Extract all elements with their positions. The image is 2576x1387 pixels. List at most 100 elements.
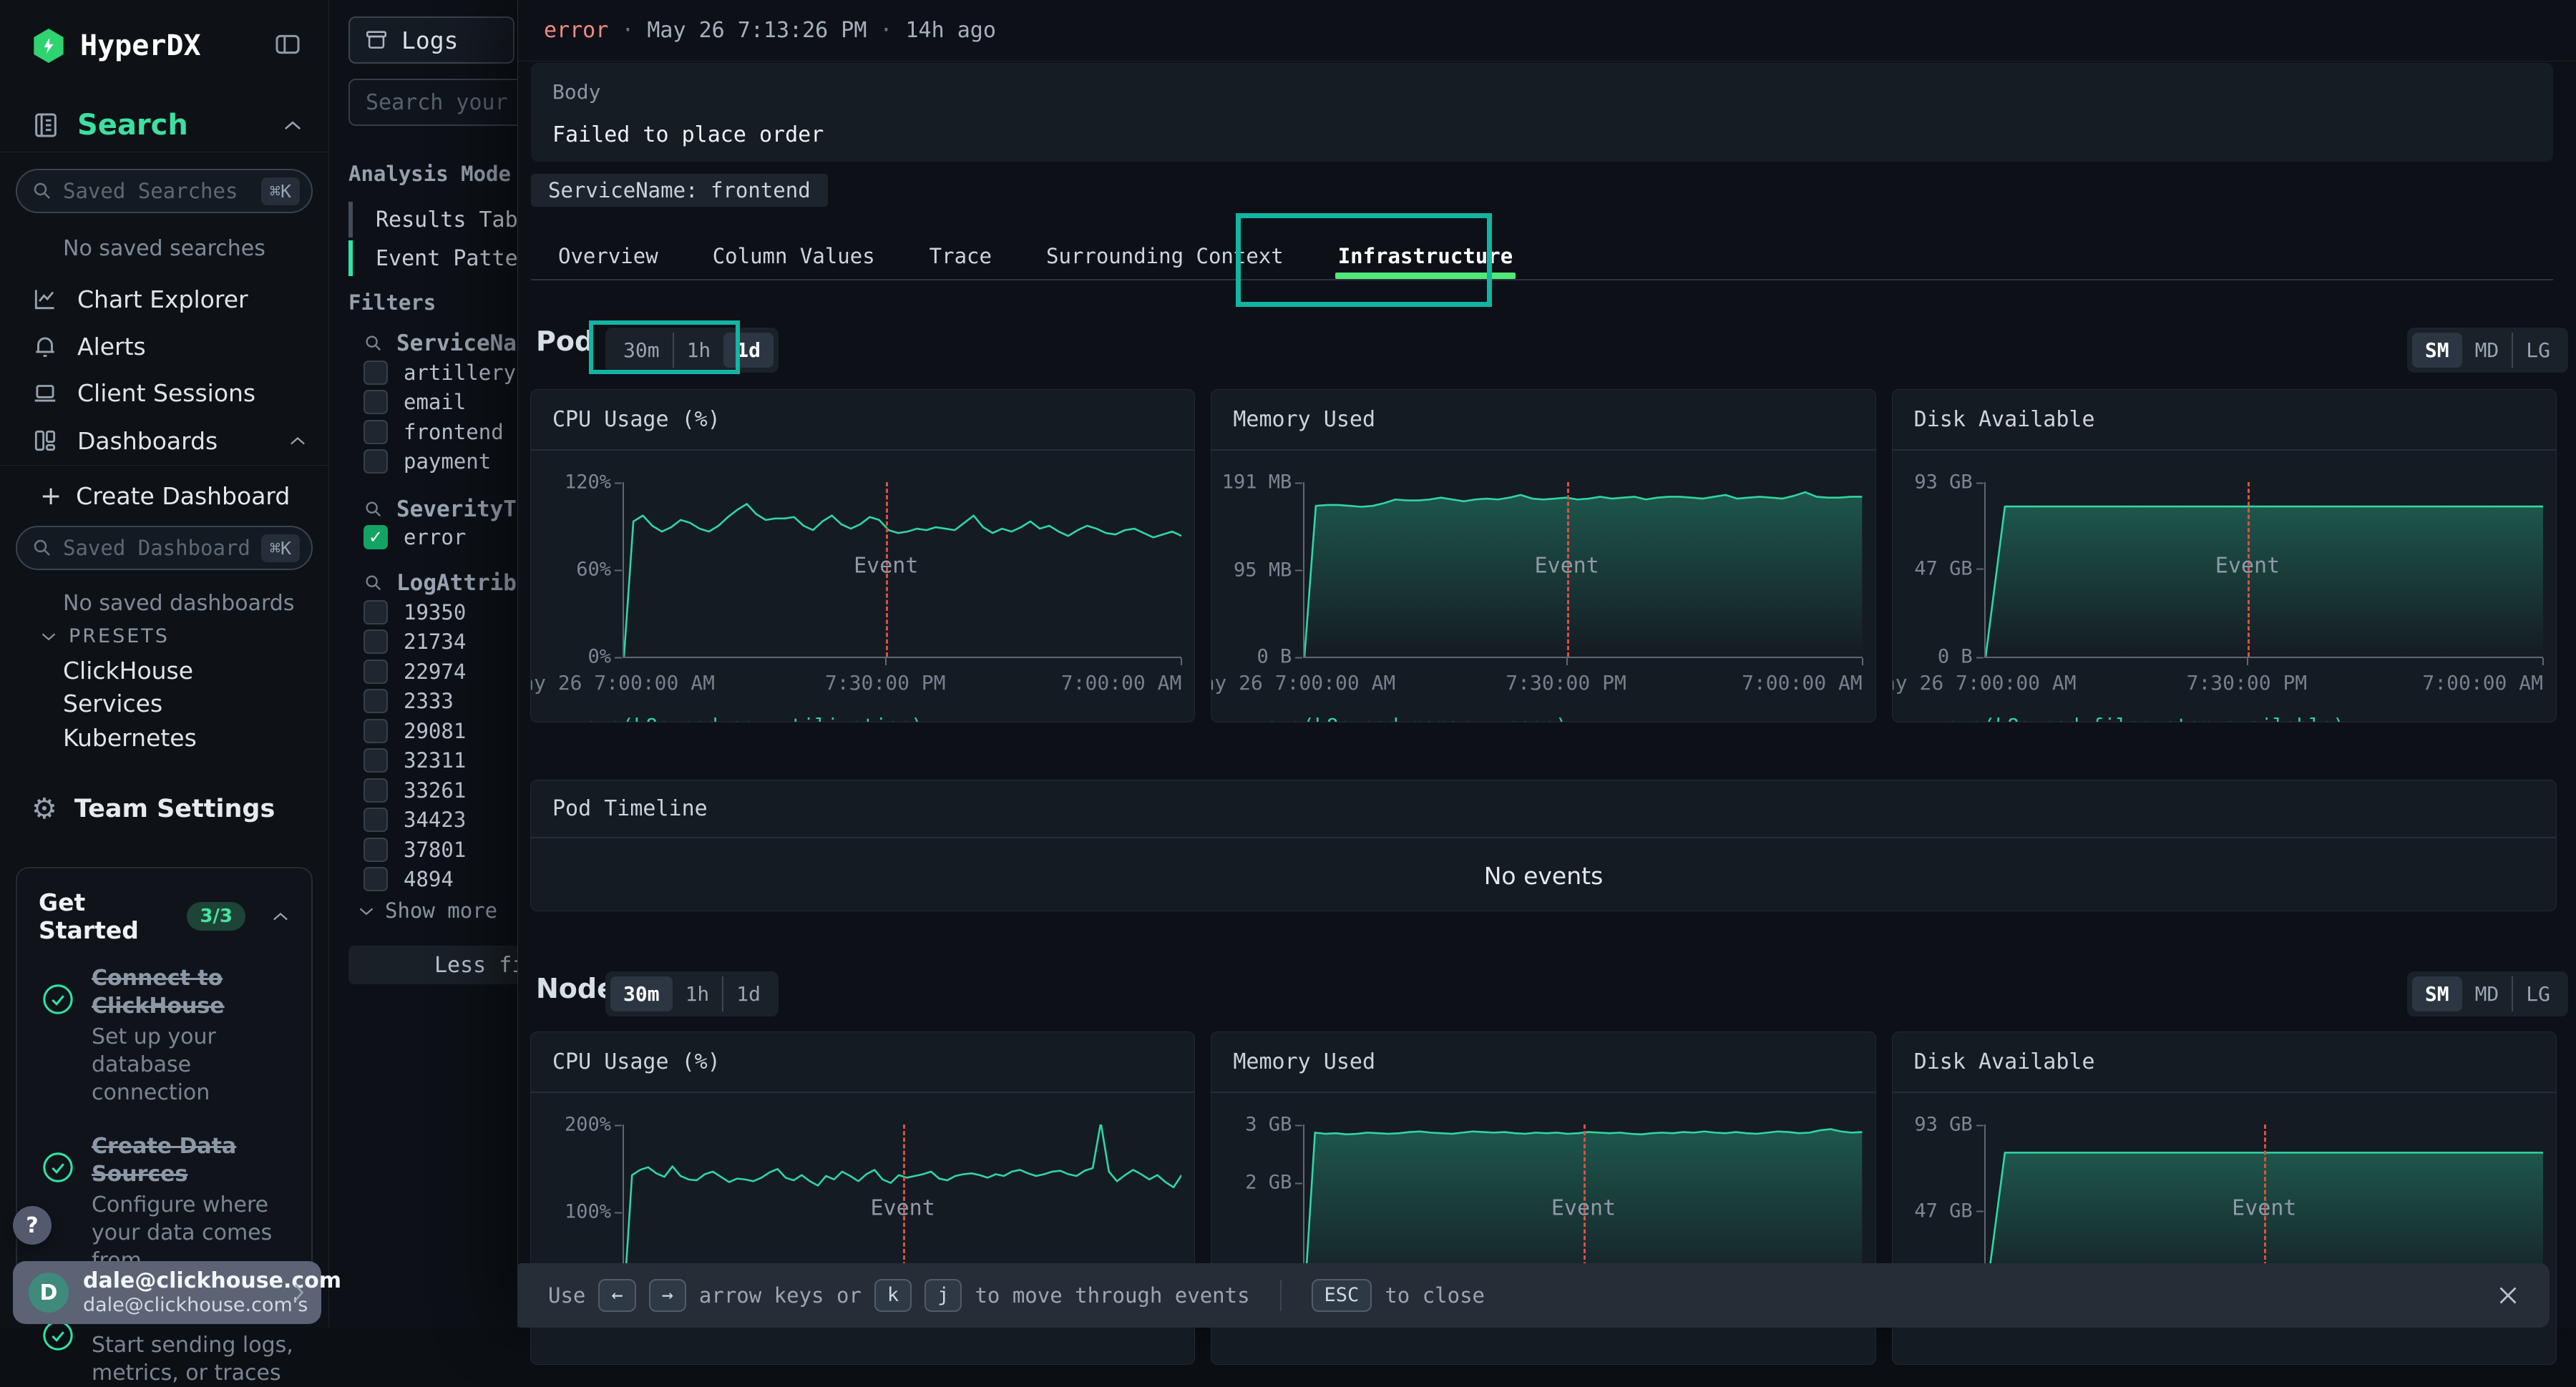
- pod-disk-chart[interactable]: 93 GB47 GB0 BEvent May 26 7:00:00 AM7:30…: [1893, 451, 2556, 700]
- event-header: error · May 26 7:13:26 PM · 14h ago: [518, 0, 2576, 62]
- sidebar-item-chart-explorer[interactable]: Chart Explorer: [31, 279, 307, 319]
- tab-column-values[interactable]: Column Values: [713, 233, 875, 279]
- node-range-1h[interactable]: 1h: [673, 976, 723, 1011]
- mode-results-table[interactable]: Results Table: [348, 202, 544, 237]
- chevron-up-icon[interactable]: [288, 435, 307, 446]
- filter-option[interactable]: 19350: [364, 597, 466, 628]
- node-size-sm-selected[interactable]: SM: [2412, 976, 2462, 1011]
- filter-option-error[interactable]: ✓error: [364, 521, 466, 553]
- sidebar-item-clickhouse[interactable]: ClickHouse: [63, 657, 193, 685]
- get-started-step[interactable]: Create Data Sources Configure where your…: [42, 1132, 297, 1275]
- checkbox[interactable]: [364, 867, 388, 891]
- create-dashboard-button[interactable]: + Create Dashboard: [40, 478, 290, 514]
- arrow-left-key[interactable]: ←: [598, 1279, 635, 1312]
- saved-dashboards-input[interactable]: ⌘K: [16, 526, 313, 570]
- k-key[interactable]: k: [874, 1279, 912, 1312]
- pod-range-1h[interactable]: 1h: [673, 333, 724, 368]
- checkbox[interactable]: [364, 660, 388, 684]
- filter-option[interactable]: 37801: [364, 834, 466, 866]
- tab-surrounding-context[interactable]: Surrounding Context: [1046, 233, 1284, 279]
- checkbox[interactable]: [364, 778, 388, 803]
- node-range-1d[interactable]: 1d: [722, 976, 774, 1011]
- pod-section-title: Pod: [536, 325, 594, 357]
- sidebar-item-services[interactable]: Services: [63, 690, 162, 717]
- checkbox[interactable]: [364, 748, 388, 773]
- sidebar-item-client-sessions[interactable]: Client Sessions: [31, 373, 307, 413]
- chevron-down-icon: [40, 631, 57, 642]
- source-select-button[interactable]: Logs: [348, 16, 514, 64]
- hint-text: arrow keys or: [699, 1283, 862, 1308]
- node-size-lg[interactable]: LG: [2512, 976, 2563, 1011]
- pod-timeline-card: Pod Timeline No events: [530, 780, 2557, 911]
- sidebar-item-kubernetes[interactable]: Kubernetes: [63, 724, 197, 752]
- checkbox[interactable]: [364, 719, 388, 743]
- filter-option[interactable]: 2333: [364, 685, 454, 717]
- collapse-sidebar-icon[interactable]: [271, 30, 304, 59]
- filter-option[interactable]: frontend: [364, 416, 504, 448]
- user-menu[interactable]: D dale@clickhouse.com dale@clickhouse.co…: [13, 1261, 321, 1324]
- sidebar-item-search[interactable]: Search: [31, 109, 303, 142]
- filter-option[interactable]: 32311: [364, 745, 466, 776]
- esc-key[interactable]: ESC: [1312, 1279, 1372, 1312]
- sidebar-item-alerts[interactable]: Alerts: [31, 326, 307, 366]
- checkbox[interactable]: [364, 629, 388, 654]
- checkbox-checked[interactable]: ✓: [364, 525, 388, 549]
- sidebar-item-dashboards[interactable]: Dashboards: [31, 421, 307, 461]
- tab-infrastructure[interactable]: Infrastructure: [1338, 233, 1513, 279]
- filter-option[interactable]: 34423: [364, 804, 466, 835]
- pod-range-30m[interactable]: 30m: [610, 333, 673, 368]
- checkbox[interactable]: [364, 390, 388, 414]
- chart-title: Disk Available: [1893, 1032, 2556, 1093]
- chevron-up-icon[interactable]: [283, 119, 303, 132]
- checkbox[interactable]: [364, 449, 388, 474]
- show-more-toggle[interactable]: Show more: [358, 898, 497, 923]
- filter-option[interactable]: 21734: [364, 626, 466, 657]
- filter-option[interactable]: 4894: [364, 863, 454, 895]
- sidebar-item-team-settings[interactable]: ⚙ Team Settings: [31, 793, 275, 825]
- j-key[interactable]: j: [924, 1279, 962, 1312]
- progress-badge: 3/3: [187, 902, 245, 931]
- service-name-tag[interactable]: ServiceName: frontend: [531, 174, 828, 207]
- filter-option[interactable]: email: [364, 386, 466, 418]
- get-started-step[interactable]: Connect to ClickHouse Set up your databa…: [42, 964, 297, 1107]
- checkbox[interactable]: [364, 838, 388, 862]
- checkbox[interactable]: [364, 420, 388, 444]
- node-range-30m-selected[interactable]: 30m: [610, 976, 673, 1011]
- tab-overview[interactable]: Overview: [558, 233, 658, 279]
- check-circle-icon: [42, 983, 74, 1107]
- pod-cpu-chart[interactable]: 120%60%0%Event May 26 7:00:00 AM7:30:00 …: [531, 451, 1194, 700]
- step-title: Create Data Sources: [92, 1132, 297, 1188]
- chart-legend: avg(k8s.pod.memory.usage): [1233, 714, 1875, 722]
- pod-size-md[interactable]: MD: [2462, 333, 2512, 368]
- close-icon[interactable]: [2495, 1283, 2521, 1308]
- saved-searches-input[interactable]: ⌘K: [16, 169, 313, 213]
- shortcut-badge: ⌘K: [261, 534, 300, 562]
- filter-option[interactable]: payment: [364, 446, 491, 477]
- chevron-up-icon[interactable]: [271, 911, 290, 922]
- pod-timeline-title: Pod Timeline: [531, 780, 2556, 838]
- user-team: dale@clickhouse.com's: [83, 1294, 277, 1317]
- presets-toggle[interactable]: PRESETS: [40, 625, 170, 647]
- checkbox[interactable]: [364, 689, 388, 713]
- pod-size-sm-selected[interactable]: SM: [2412, 333, 2462, 368]
- pod-memory-chart[interactable]: 191 MB95 MB0 BEvent May 26 7:00:00 AM7:3…: [1211, 451, 1875, 700]
- saved-searches-field[interactable]: [63, 179, 251, 203]
- filter-option[interactable]: 22974: [364, 656, 466, 687]
- filter-option[interactable]: 29081: [364, 715, 466, 747]
- help-button[interactable]: ?: [13, 1206, 52, 1245]
- checkbox[interactable]: [364, 808, 388, 832]
- pod-range-1d-selected[interactable]: 1d: [723, 333, 774, 368]
- filter-option[interactable]: 33261: [364, 775, 466, 806]
- checkbox[interactable]: [364, 600, 388, 624]
- step-desc: Set up your database connection: [92, 1023, 297, 1107]
- pod-size-lg[interactable]: LG: [2512, 333, 2563, 368]
- node-size-md[interactable]: MD: [2462, 976, 2512, 1011]
- mode-label: Results Table: [353, 207, 544, 232]
- arrow-right-key[interactable]: →: [649, 1279, 686, 1312]
- saved-dashboards-field[interactable]: [63, 536, 251, 560]
- body-value: Failed to place order: [552, 122, 2532, 147]
- filter-group-servicename[interactable]: ServiceName: [364, 330, 543, 356]
- checkbox[interactable]: [364, 361, 388, 385]
- tab-trace[interactable]: Trace: [930, 233, 992, 279]
- app-logo[interactable]: HyperDX: [31, 29, 304, 63]
